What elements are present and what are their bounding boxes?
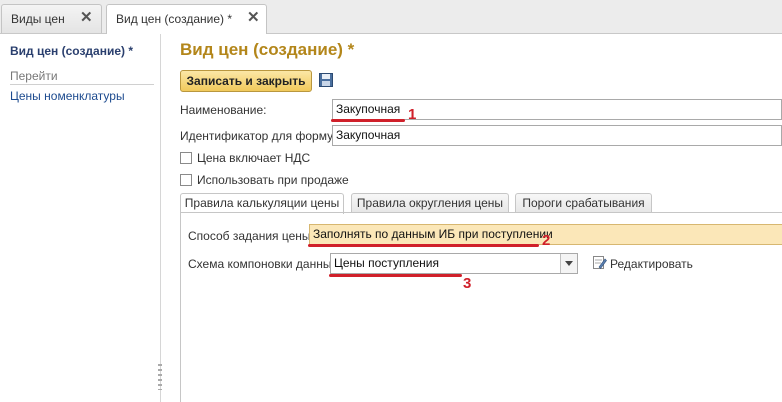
annotation-number: 2 [542, 232, 551, 249]
resize-grip[interactable] [158, 364, 162, 390]
name-label: Наименование: [180, 103, 267, 117]
annotation-underline [308, 244, 539, 247]
tab-panel: Способ задания цены: Заполнять по данным… [180, 212, 782, 402]
form-area: Вид цен (создание) * Записать и закрыть … [170, 34, 782, 402]
dropdown-button[interactable] [560, 254, 577, 273]
vat-checkbox[interactable] [180, 152, 192, 164]
sidebar-section-goto: Перейти [10, 69, 154, 85]
close-icon[interactable]: ✕ [247, 9, 260, 27]
chevron-down-icon [565, 261, 573, 266]
name-field[interactable]: Закупочная [332, 99, 782, 120]
window-tab-bar: Виды цен ✕ Вид цен (создание) * ✕ [0, 0, 782, 34]
schema-combobox[interactable]: Цены поступления [330, 253, 578, 274]
tab-rounding-rules[interactable]: Правила округления цены [351, 193, 509, 213]
page-title: Вид цен (создание) * [180, 40, 355, 59]
annotation-number: 3 [463, 275, 472, 292]
tab-label: Виды цен [11, 12, 65, 26]
sidebar-title[interactable]: Вид цен (создание) * [10, 44, 133, 58]
schema-value: Цены поступления [334, 256, 439, 270]
annotation-underline [331, 119, 405, 122]
annotation-underline [329, 274, 462, 277]
price-method-label: Способ задания цены: [188, 229, 314, 243]
close-icon[interactable]: ✕ [80, 9, 93, 27]
tab-price-types[interactable]: Виды цен ✕ [1, 4, 102, 33]
use-in-sale-checkbox[interactable] [180, 174, 192, 186]
edit-icon[interactable] [592, 255, 607, 270]
tab-price-type-create[interactable]: Вид цен (создание) * ✕ [106, 4, 267, 34]
tab-thresholds[interactable]: Пороги срабатывания [515, 193, 652, 213]
formula-id-field[interactable]: Закупочная [332, 125, 782, 146]
save-and-close-button[interactable]: Записать и закрыть [180, 70, 312, 92]
schema-label: Схема компоновки данных: [188, 257, 341, 271]
annotation-number: 1 [408, 106, 417, 123]
tab-calculation-rules[interactable]: Правила калькуляции цены [180, 193, 344, 214]
use-in-sale-label: Использовать при продаже [197, 173, 349, 187]
formula-id-label: Идентификатор для формул: [180, 129, 344, 143]
sidebar-item-item-prices[interactable]: Цены номенклатуры [10, 89, 125, 103]
tab-label: Вид цен (создание) * [116, 12, 233, 26]
save-icon[interactable] [319, 73, 333, 87]
vat-label: Цена включает НДС [197, 151, 311, 165]
edit-link[interactable]: Редактировать [610, 257, 693, 271]
sidebar: Вид цен (создание) * Перейти Цены номенк… [0, 34, 162, 402]
